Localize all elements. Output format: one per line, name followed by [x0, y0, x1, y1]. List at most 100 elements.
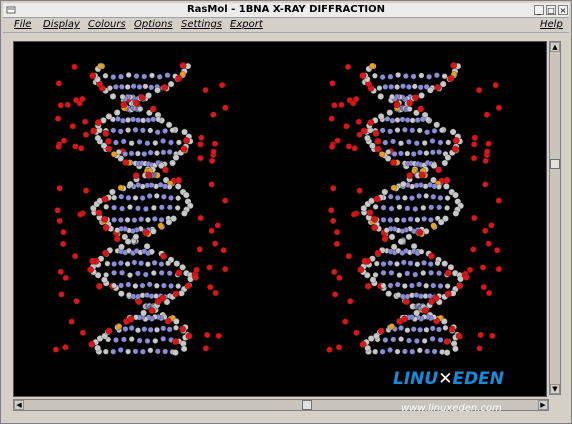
vertical-scroll-thumb[interactable] — [550, 159, 560, 169]
carbon-atom — [174, 204, 181, 211]
minimize-button[interactable]: _ — [534, 5, 544, 15]
oxygen-atom — [471, 134, 479, 141]
carbon-atom — [154, 86, 161, 94]
scroll-down-arrow-icon[interactable]: ▼ — [550, 384, 560, 394]
nitrogen-atom — [408, 282, 415, 289]
nitrogen-atom — [134, 270, 141, 277]
menu-options[interactable]: Options — [134, 19, 173, 31]
phosphorus-atom — [390, 184, 398, 192]
nitrogen-atom — [429, 149, 436, 156]
scroll-up-arrow-icon[interactable]: ▲ — [550, 42, 560, 52]
oxygen-atom — [214, 222, 222, 229]
oxygen-atom — [160, 252, 168, 260]
oxygen-atom — [122, 158, 130, 167]
menu-display[interactable]: Display — [43, 19, 80, 31]
carbon-atom — [125, 348, 132, 355]
carbon-atom — [150, 270, 157, 277]
nitrogen-atom — [166, 270, 173, 277]
molecule-canvas[interactable] — [13, 41, 547, 397]
oxygen-atom — [95, 282, 103, 290]
oxygen-atom — [71, 143, 79, 150]
oxygen-atom — [455, 332, 463, 340]
nitrogen-atom — [429, 325, 436, 332]
oxygen-atom — [105, 145, 113, 153]
carbon-atom — [144, 261, 151, 268]
oxygen-atom — [211, 240, 219, 247]
vertical-scrollbar[interactable]: ▲ ▼ — [549, 41, 561, 395]
nitrogen-atom — [419, 116, 426, 123]
oxygen-atom — [456, 282, 464, 290]
carbon-atom — [103, 203, 110, 210]
maximize-button[interactable]: □ — [546, 5, 556, 15]
oxygen-atom — [350, 211, 358, 218]
nitrogen-atom — [387, 217, 394, 224]
oxygen-atom — [132, 99, 140, 107]
carbon-atom — [150, 204, 157, 211]
close-button[interactable]: × — [558, 5, 568, 15]
oxygen-atom — [373, 195, 381, 203]
carbon-atom — [406, 106, 413, 113]
oxygen-atom — [333, 240, 341, 248]
nitrogen-atom — [420, 259, 427, 266]
nitrogen-atom — [122, 325, 129, 332]
menu-export[interactable]: Export — [230, 19, 263, 31]
oxygen-atom — [79, 95, 86, 103]
nitrogen-atom — [147, 326, 154, 333]
carbon-atom — [145, 92, 152, 99]
phosphorus-atom — [388, 323, 396, 330]
nitrogen-atom — [390, 336, 397, 343]
menu-settings[interactable]: Settings — [181, 19, 222, 31]
oxygen-atom — [221, 265, 229, 273]
carbon-atom — [109, 93, 117, 100]
carbon-atom — [172, 317, 180, 325]
horizontal-scroll-thumb[interactable] — [302, 400, 312, 410]
carbon-atom — [386, 109, 394, 116]
dna-helix-left — [52, 61, 229, 356]
nitrogen-atom — [146, 193, 153, 200]
carbon-atom — [125, 117, 132, 124]
nitrogen-atom — [408, 195, 415, 202]
oxygen-atom — [334, 137, 341, 144]
nitrogen-atom — [416, 281, 423, 288]
oxygen-atom — [355, 118, 363, 126]
oxygen-atom — [481, 181, 489, 188]
carbon-atom — [418, 72, 425, 79]
oxygen-atom — [341, 318, 349, 325]
menu-help[interactable]: Help — [540, 19, 563, 31]
nitrogen-atom — [379, 127, 386, 134]
carbon-atom — [105, 113, 113, 120]
scroll-left-arrow-icon[interactable]: ◀ — [14, 400, 24, 410]
nitrogen-atom — [399, 83, 406, 90]
nitrogen-atom — [407, 216, 414, 223]
oxygen-atom — [208, 157, 216, 165]
oxygen-atom — [206, 264, 213, 271]
oxygen-atom — [372, 129, 380, 138]
oxygen-atom — [89, 71, 97, 80]
oxygen-atom — [56, 185, 63, 192]
carbon-atom — [421, 337, 428, 344]
carbon-atom — [174, 182, 182, 190]
menu-colours[interactable]: Colours — [88, 19, 126, 31]
nitrogen-atom — [388, 205, 395, 212]
nitrogen-atom — [404, 270, 411, 277]
nitrogen-atom — [410, 326, 417, 333]
carbon-atom — [107, 85, 114, 92]
nitrogen-atom — [136, 83, 143, 90]
menu-file[interactable]: File — [14, 19, 31, 31]
oxygen-atom — [485, 240, 493, 247]
oxygen-atom — [175, 176, 183, 184]
oxygen-atom — [329, 185, 337, 192]
nitrogen-atom — [389, 117, 396, 124]
nitrogen-atom — [144, 140, 151, 147]
oxygen-atom — [88, 340, 96, 348]
oxygen-atom — [175, 74, 183, 83]
carbon-atom — [137, 106, 144, 113]
carbon-atom — [424, 116, 431, 123]
carbon-atom — [372, 348, 379, 355]
carbon-atom — [444, 204, 451, 211]
oxygen-atom — [329, 80, 336, 87]
scroll-right-arrow-icon[interactable]: ▶ — [538, 400, 548, 410]
oxygen-atom — [393, 101, 401, 109]
title-bar[interactable]: RasMol - 1BNA X-RAY DIFFRACTION _ □ × — [3, 3, 569, 18]
oxygen-atom — [435, 166, 443, 174]
